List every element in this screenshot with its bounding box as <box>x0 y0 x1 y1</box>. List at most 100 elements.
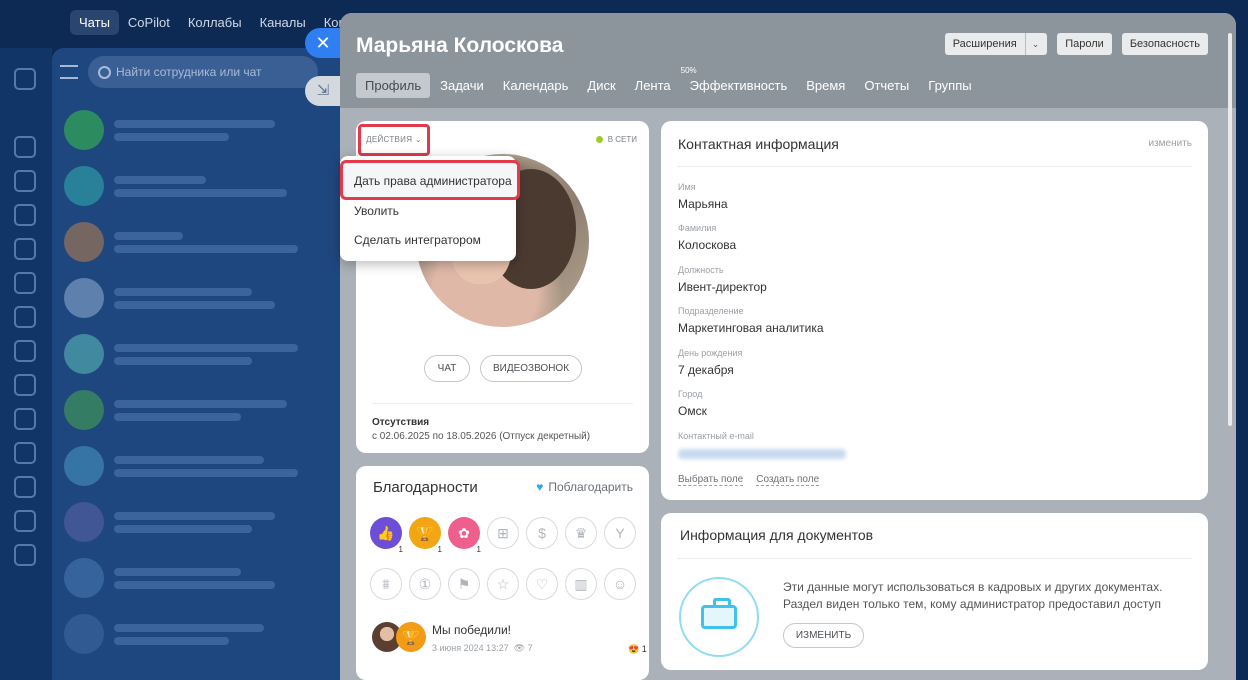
tab-calendar[interactable]: Календарь <box>494 73 578 98</box>
avatar <box>64 390 104 430</box>
menu-item-dismiss[interactable]: Уволить <box>354 204 399 218</box>
docs-line-2: Раздел виден только тем, кому администра… <box>783 597 1161 611</box>
money-badge-icon[interactable]: $ <box>526 517 558 549</box>
heart-badge-icon[interactable]: ♡ <box>526 568 558 600</box>
passwords-button[interactable]: Пароли <box>1057 33 1112 55</box>
divider <box>372 403 633 404</box>
tab-efficiency[interactable]: 50% Эффективность <box>681 66 797 98</box>
edit-docs-button[interactable]: ИЗМЕНИТЬ <box>783 623 864 648</box>
extensions-label: Расширения <box>952 38 1017 50</box>
chat-item[interactable] <box>64 218 344 266</box>
close-slider-button[interactable]: ✕ <box>305 28 341 58</box>
chevron-down-icon: ⌄ <box>414 135 422 144</box>
rail-icon[interactable] <box>14 340 36 362</box>
choose-field-link[interactable]: Выбрать поле <box>678 474 744 486</box>
star-badge-icon[interactable]: ☆ <box>487 568 519 600</box>
email-value-blurred[interactable] <box>678 449 846 459</box>
nav-channels[interactable]: Каналы <box>251 10 315 35</box>
rail-icon[interactable] <box>14 136 36 158</box>
rail-icon[interactable] <box>14 238 36 260</box>
rail-icon[interactable] <box>14 170 36 192</box>
extensions-button[interactable]: Расширения ⌄ <box>944 33 1048 55</box>
menu-item-make-integrator[interactable]: Сделать интегратором <box>354 233 481 247</box>
trophy-badge-icon[interactable]: 🏆 1 <box>409 517 444 555</box>
profile-tabs: Профиль Задачи Календарь Диск Лента 50% … <box>356 66 982 98</box>
chat-item[interactable] <box>64 274 344 322</box>
flag-badge-icon[interactable]: ⚑ <box>448 568 480 600</box>
chat-item[interactable] <box>64 386 344 434</box>
chat-item[interactable] <box>64 554 344 602</box>
minimize-slider-button[interactable]: ⇲ <box>305 76 341 106</box>
search-input[interactable]: Найти сотрудника или чат <box>88 56 318 88</box>
chat-item[interactable] <box>64 106 344 154</box>
online-label: В СЕТИ <box>607 135 637 144</box>
rail-icon[interactable] <box>14 374 36 396</box>
nav-chats[interactable]: Чаты <box>70 10 119 35</box>
field-value: Ивент-директор <box>678 280 767 294</box>
rail-icon[interactable] <box>14 306 36 328</box>
badge-count: 1 <box>435 545 444 555</box>
rail-icon[interactable] <box>14 204 36 226</box>
smile-badge-icon[interactable]: ☺ <box>604 568 636 600</box>
tab-groups[interactable]: Группы <box>919 73 980 98</box>
flower-badge-icon[interactable]: ✿ 1 <box>448 517 483 555</box>
avatar <box>64 334 104 374</box>
nav-collabs[interactable]: Коллабы <box>179 10 251 35</box>
video-call-button[interactable]: ВИДЕОЗВОНОК <box>480 355 582 382</box>
online-status: В СЕТИ <box>595 135 637 144</box>
chat-button[interactable]: ЧАТ <box>424 355 470 382</box>
create-field-link[interactable]: Создать поле <box>756 474 820 486</box>
tab-tasks[interactable]: Задачи <box>431 73 493 98</box>
thank-button[interactable]: ♥ Поблагодарить <box>536 480 633 494</box>
menu-item-make-admin[interactable]: Дать права администратора <box>354 174 512 188</box>
filter-icon[interactable] <box>60 65 78 79</box>
documents-info-card: Информация для документов Эти данные мог… <box>661 513 1208 670</box>
chat-item[interactable] <box>64 442 344 490</box>
nav-copilot[interactable]: CoPilot <box>119 10 179 35</box>
number-one-badge-icon[interactable]: ① <box>409 568 441 600</box>
tab-feed[interactable]: Лента <box>626 73 680 98</box>
cake-badge-icon[interactable]: ⩩ <box>370 568 402 600</box>
rail-icon[interactable] <box>14 544 36 566</box>
rail-icon[interactable] <box>14 408 36 430</box>
thanks-card: Благодарности ♥ Поблагодарить 👍 1 🏆 1 ✿ 1 ⊞ … <box>356 466 649 680</box>
contact-info-card: Контактная информация изменить Имя Марья… <box>661 121 1208 500</box>
actions-menu: Дать права администратора Уволить Сделат… <box>340 156 520 261</box>
beer-badge-icon[interactable]: ▥ <box>565 568 597 600</box>
eye-icon: 👁 <box>513 643 526 653</box>
chat-item[interactable] <box>64 330 344 378</box>
field-label: День рождения <box>678 348 743 358</box>
post-views: 7 <box>527 643 533 653</box>
rail-icon[interactable] <box>14 476 36 498</box>
thank-label: Поблагодарить <box>548 480 633 494</box>
rail-icon[interactable] <box>14 442 36 464</box>
field-label: Город <box>678 389 703 399</box>
post-title[interactable]: Мы победили! <box>432 623 511 637</box>
chevron-down-icon[interactable]: ⌄ <box>1024 33 1039 55</box>
actions-button[interactable]: ДЕЙСТВИЯ ⌄ <box>358 124 430 156</box>
divider <box>677 166 1192 167</box>
rail-icon[interactable] <box>14 510 36 532</box>
crown-badge-icon[interactable]: ♛ <box>565 517 597 549</box>
tab-reports[interactable]: Отчеты <box>855 73 918 98</box>
heart-icon: ♥ <box>536 480 544 494</box>
chat-item[interactable] <box>64 610 344 658</box>
tab-profile[interactable]: Профиль <box>356 73 431 98</box>
trophy-icon: 🏆 <box>396 622 426 652</box>
briefcase-shape <box>701 598 737 629</box>
chat-item[interactable] <box>64 162 344 210</box>
chat-item[interactable] <box>64 498 344 546</box>
post-reaction[interactable]: 😍 1 <box>628 644 647 655</box>
security-button[interactable]: Безопасность <box>1121 33 1208 55</box>
gift-badge-icon[interactable]: ⊞ <box>487 517 519 549</box>
tab-time[interactable]: Время <box>797 73 854 98</box>
edit-contact-link[interactable]: изменить <box>1148 138 1192 149</box>
rail-icon[interactable] <box>14 272 36 294</box>
cocktail-badge-icon[interactable]: Y <box>604 517 636 549</box>
scrollbar[interactable] <box>1228 33 1232 426</box>
docs-title: Информация для документов <box>680 527 874 543</box>
tab-disk[interactable]: Диск <box>578 73 624 98</box>
rail-icon[interactable] <box>14 68 36 90</box>
absence-text: с 02.06.2025 по 18.05.2026 (Отпуск декре… <box>372 431 591 442</box>
thumbs-up-badge-icon[interactable]: 👍 1 <box>370 517 405 555</box>
